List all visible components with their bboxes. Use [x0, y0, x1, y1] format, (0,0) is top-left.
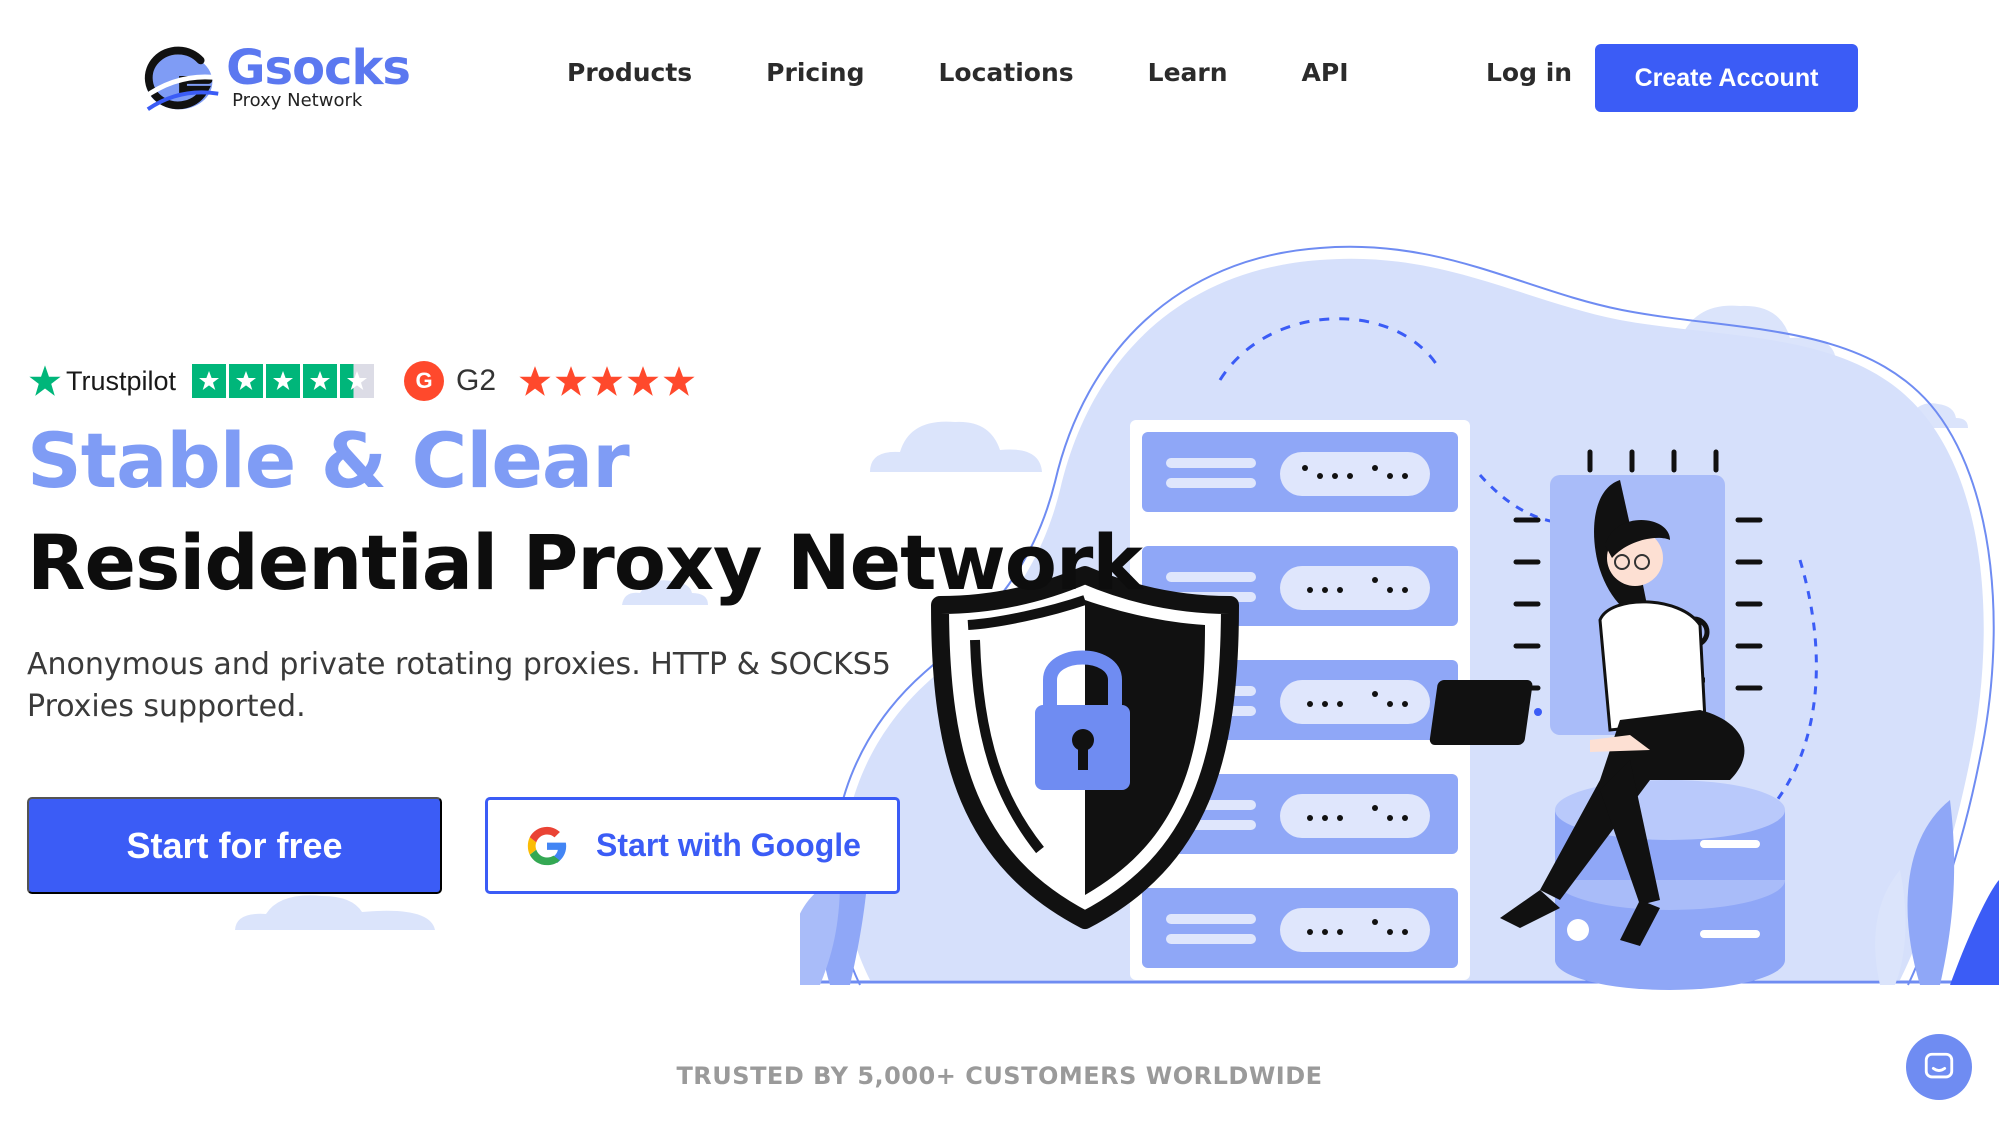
hero-headline: Residential Proxy Network [27, 518, 1143, 607]
start-with-google-button[interactable]: Start with Google [485, 797, 900, 894]
brand-logo[interactable]: Gsocks Proxy Network [140, 38, 411, 118]
nav-item-products[interactable]: Products [567, 58, 692, 87]
trustpilot-rating [192, 364, 375, 398]
nav-item-api[interactable]: API [1302, 58, 1349, 87]
trustpilot-star [192, 364, 227, 398]
chat-launcher-button[interactable] [1906, 1034, 1972, 1100]
nav-item-locations[interactable]: Locations [938, 58, 1073, 87]
g2-logo-icon: G [404, 361, 445, 401]
cloud-decoration [235, 895, 435, 930]
brand-name: Gsocks [226, 40, 411, 96]
g2-star [591, 366, 623, 396]
ratings-row: Trustpilot G G2 [28, 358, 696, 404]
trustpilot-label: Trustpilot [66, 365, 177, 396]
trustpilot-star [303, 364, 338, 398]
nav-item-learn[interactable]: Learn [1148, 58, 1228, 87]
g2-rating [518, 364, 696, 398]
main-nav: Products Pricing Locations Learn API [567, 58, 1349, 87]
trustpilot-star-icon [29, 365, 61, 396]
g2-label: G2 [456, 364, 497, 397]
gsocks-logo-icon [142, 46, 221, 111]
google-g-icon [527, 826, 567, 865]
nav-item-pricing[interactable]: Pricing [766, 58, 864, 87]
login-link[interactable]: Log in [1486, 58, 1572, 87]
create-account-button[interactable]: Create Account [1595, 44, 1858, 112]
g2-star [627, 366, 659, 396]
site-header: Gsocks Proxy Network Products Pricing Lo… [0, 0, 1999, 156]
google-button-label: Start with Google [596, 827, 861, 863]
trusted-by-caption: TRUSTED BY 5,000+ CUSTOMERS WORLDWIDE [676, 1062, 1323, 1090]
start-for-free-button[interactable]: Start for free [27, 797, 442, 894]
hero-subtext: Anonymous and private rotating proxies. … [27, 647, 891, 724]
g2-star [663, 366, 695, 396]
g2-star [519, 366, 551, 396]
chat-icon [1924, 1052, 1954, 1079]
trustpilot-star [340, 364, 375, 398]
trustpilot-star [266, 364, 301, 398]
hero-headline-accent: Stable & Clear [27, 416, 630, 505]
trustpilot-star [229, 364, 264, 398]
hero-illustration [800, 245, 1999, 990]
g2-star [555, 366, 587, 396]
logo-text: Gsocks Proxy Network [226, 40, 411, 111]
